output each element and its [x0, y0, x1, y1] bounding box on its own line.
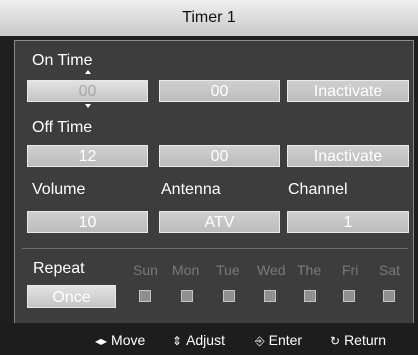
off-time-status-field[interactable]: Inactivate	[287, 145, 409, 167]
up-down-arrow-icon: ⇕	[172, 334, 183, 348]
on-time-hour-field[interactable]: 00	[27, 80, 148, 102]
channel-label: Channel	[288, 181, 348, 198]
on-time-label: On Time	[32, 52, 93, 69]
antenna-label: Antenna	[161, 181, 221, 198]
left-right-arrow-icon: ◂▸	[95, 334, 108, 348]
day-label-tue: Tue	[216, 262, 240, 278]
checkbox-wed[interactable]	[264, 290, 276, 302]
off-time-hour-field[interactable]: 12	[27, 145, 148, 167]
footer-return-label: Return	[344, 332, 387, 348]
channel-field[interactable]: 1	[287, 211, 409, 233]
checkbox-the[interactable]	[304, 290, 316, 302]
return-icon: ↻	[330, 334, 341, 348]
footer-enter-label: Enter	[268, 332, 303, 348]
footer-bar: ◂▸ Move ⇕ Adjust ⎆ Enter ↻ Return	[0, 323, 418, 355]
volume-field[interactable]: 10	[27, 211, 148, 233]
on-time-minute-field[interactable]: 00	[159, 80, 280, 102]
checkbox-fri[interactable]	[343, 290, 355, 302]
timer-dialog: Timer 1 On Time 00 00 Inactivate Off Tim…	[0, 0, 418, 355]
footer-adjust: ⇕ Adjust	[172, 332, 225, 348]
day-label-fri: Fri	[342, 262, 359, 278]
dialog-title: Timer 1	[0, 0, 418, 36]
day-label-the: The	[297, 262, 322, 278]
day-label-sun: Sun	[133, 262, 158, 278]
enter-icon: ⎆	[255, 334, 265, 348]
checkbox-mon[interactable]	[181, 290, 193, 302]
on-time-status-field[interactable]: Inactivate	[287, 80, 409, 102]
footer-adjust-label: Adjust	[186, 332, 225, 348]
footer-move-label: Move	[111, 332, 146, 348]
repeat-label: Repeat	[33, 260, 85, 277]
day-label-mon: Mon	[172, 262, 200, 278]
off-time-label: Off Time	[32, 119, 93, 136]
footer-enter: ⎆ Enter	[255, 332, 302, 349]
checkbox-sat[interactable]	[383, 290, 395, 302]
footer-move: ◂▸ Move	[95, 332, 145, 348]
antenna-field[interactable]: ATV	[159, 211, 280, 233]
checkbox-tue[interactable]	[223, 290, 235, 302]
day-label-wed: Wed	[257, 262, 286, 278]
off-time-minute-field[interactable]: 00	[159, 145, 280, 167]
up-arrow-icon[interactable]	[85, 70, 91, 74]
checkbox-sun[interactable]	[139, 290, 151, 302]
repeat-select[interactable]: Once	[27, 285, 116, 308]
volume-label: Volume	[32, 181, 86, 198]
day-label-sat: Sat	[379, 262, 401, 278]
down-arrow-icon[interactable]	[85, 104, 91, 108]
divider	[22, 248, 408, 249]
footer-return: ↻ Return	[330, 332, 386, 348]
